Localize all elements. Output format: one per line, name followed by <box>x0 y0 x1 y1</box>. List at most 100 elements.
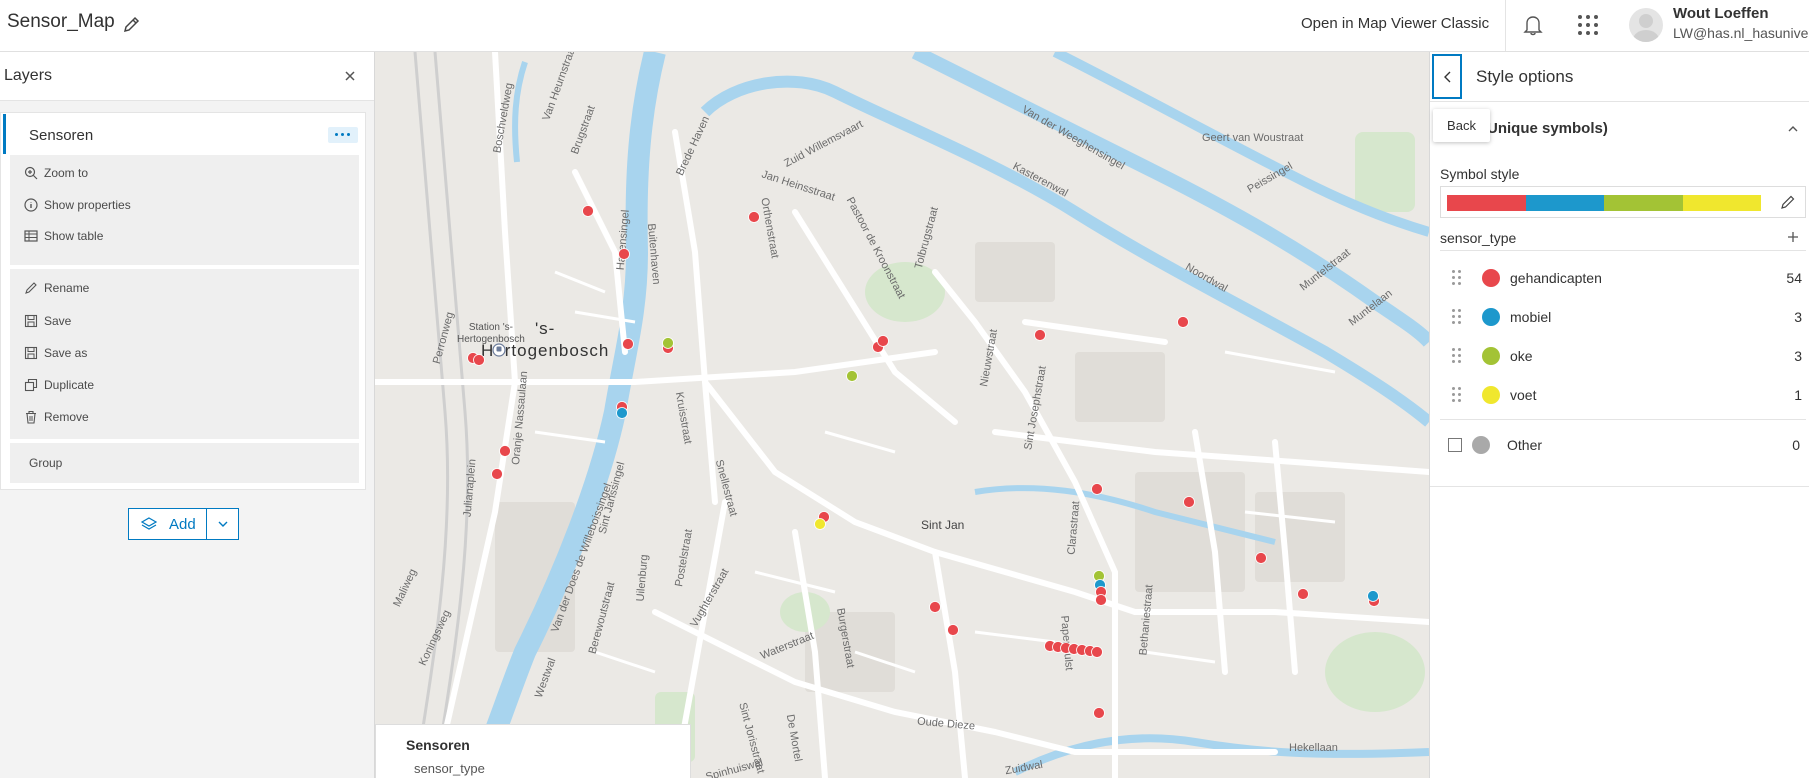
duplicate-action[interactable]: Duplicate <box>24 375 94 395</box>
category-symbol[interactable] <box>1482 269 1500 287</box>
user-email: LW@has.nl_hasuniver <box>1673 25 1809 41</box>
category-row-gehandicapten[interactable]: gehandicapten 54 <box>1440 259 1802 297</box>
field-label: sensor_type <box>1440 230 1517 246</box>
category-row-mobiel[interactable]: mobiel 3 <box>1440 298 1802 336</box>
sensor-point-gehandicapten[interactable] <box>1091 483 1103 495</box>
layer-name[interactable]: Sensoren <box>29 127 93 144</box>
show-properties-action[interactable]: Show properties <box>24 195 131 215</box>
layer-selected-indicator <box>3 114 6 154</box>
category-label: gehandicapten <box>1510 270 1602 286</box>
save-icon <box>24 314 38 328</box>
layers-panel: Layers Sensoren Zoom to Show properties … <box>0 52 375 778</box>
close-icon[interactable] <box>340 66 360 86</box>
user-name[interactable]: Wout Loeffen <box>1673 5 1769 22</box>
avatar[interactable] <box>1629 8 1663 42</box>
save-action[interactable]: Save <box>24 311 71 331</box>
top-header: Sensor_Map Open in Map Viewer Classic Wo… <box>0 0 1809 52</box>
sensor-point-gehandicapten[interactable] <box>1034 329 1046 341</box>
app-title: Sensor_Map <box>7 11 115 32</box>
more-icon <box>335 133 338 136</box>
other-symbol[interactable] <box>1472 436 1490 454</box>
zoom-to-action[interactable]: Zoom to <box>24 163 88 183</box>
divider <box>1430 101 1809 102</box>
sensor-point-gehandicapten[interactable] <box>622 338 634 350</box>
sensor-point-gehandicapten[interactable] <box>491 468 503 480</box>
sensor-point-gehandicapten[interactable] <box>748 211 760 223</box>
drag-handle-icon[interactable] <box>1452 270 1462 286</box>
sensor-point-gehandicapten[interactable] <box>1255 552 1267 564</box>
rename-action[interactable]: Rename <box>24 278 89 298</box>
trash-icon <box>26 410 36 424</box>
symbology-section-title[interactable]: Unique symbols) <box>1487 120 1608 137</box>
sensor-point-gehandicapten[interactable] <box>499 445 511 457</box>
sensor-point-gehandicapten[interactable] <box>1297 588 1309 600</box>
remove-action[interactable]: Remove <box>24 407 89 427</box>
category-label: oke <box>1510 348 1533 364</box>
sensor-point-mobiel[interactable] <box>1367 590 1379 602</box>
category-count: 54 <box>1786 270 1802 286</box>
user-icon <box>1633 14 1659 42</box>
other-checkbox[interactable] <box>1448 438 1462 452</box>
other-label: Other <box>1507 437 1543 453</box>
sensor-point-voet[interactable] <box>814 518 826 530</box>
sensor-point-gehandicapten[interactable] <box>1091 646 1103 658</box>
show-table-action[interactable]: Show table <box>24 226 103 246</box>
category-count: 1 <box>1794 387 1802 403</box>
sensor-point-gehandicapten[interactable] <box>877 335 889 347</box>
open-map-viewer-classic-link[interactable]: Open in Map Viewer Classic <box>1301 15 1489 32</box>
sensor-point-gehandicapten[interactable] <box>582 205 594 217</box>
group-action[interactable]: Group <box>29 453 62 473</box>
show-table-label: Show table <box>44 229 104 243</box>
sensor-point-gehandicapten[interactable] <box>929 601 941 613</box>
sensor-points-layer[interactable] <box>375 52 1429 778</box>
sensor-point-gehandicapten[interactable] <box>1183 496 1195 508</box>
pencil-icon[interactable] <box>122 14 142 34</box>
add-button[interactable]: Add <box>129 509 207 539</box>
save-label: Save <box>44 314 72 328</box>
chevron-up-icon[interactable] <box>1786 122 1800 136</box>
sensor-point-gehandicapten[interactable] <box>473 354 485 366</box>
plus-icon[interactable] <box>1786 230 1800 244</box>
rename-label: Rename <box>44 281 90 295</box>
pencil-icon[interactable] <box>1780 194 1796 210</box>
layer-options-button[interactable] <box>328 127 358 143</box>
category-label: mobiel <box>1510 309 1552 325</box>
sensor-point-gehandicapten[interactable] <box>1095 594 1107 606</box>
color-ramp-selector[interactable] <box>1440 186 1806 218</box>
duplicate-label: Duplicate <box>44 378 95 392</box>
sensor-point-mobiel[interactable] <box>616 407 628 419</box>
map-legend: Sensoren sensor_type <box>375 724 691 778</box>
drag-handle-icon[interactable] <box>1452 348 1462 364</box>
sensor-point-gehandicapten[interactable] <box>618 248 630 260</box>
zoom-to-label: Zoom to <box>44 166 89 180</box>
add-button-label: Add <box>169 516 196 533</box>
category-symbol[interactable] <box>1482 308 1500 326</box>
layer-actions-group-2: Rename Save Save as Duplicate Remove <box>10 269 359 439</box>
divider <box>1440 419 1806 420</box>
category-count: 3 <box>1794 309 1802 325</box>
save-as-action[interactable]: Save as <box>24 343 87 363</box>
category-symbol[interactable] <box>1482 347 1500 365</box>
layers-title: Layers <box>4 67 53 84</box>
drag-handle-icon[interactable] <box>1452 309 1462 325</box>
layer-actions-group-3: Group <box>10 443 359 483</box>
category-symbol[interactable] <box>1482 386 1500 404</box>
bell-icon[interactable] <box>1521 13 1545 37</box>
category-row-oke[interactable]: oke 3 <box>1440 337 1802 375</box>
style-options-panel: Style options Unique symbols) Back Symbo… <box>1429 52 1809 778</box>
legend-title: Sensoren <box>406 737 470 753</box>
add-dropdown-button[interactable] <box>207 509 238 539</box>
app-launcher-icon[interactable] <box>1576 13 1600 37</box>
sensor-point-oke[interactable] <box>662 337 674 349</box>
back-button[interactable] <box>1432 54 1462 99</box>
sensor-point-gehandicapten[interactable] <box>1177 316 1189 328</box>
chevron-down-icon <box>218 521 228 527</box>
drag-handle-icon[interactable] <box>1452 387 1462 403</box>
info-icon <box>24 198 38 212</box>
category-row-voet[interactable]: voet 1 <box>1440 376 1802 414</box>
sensor-point-gehandicapten[interactable] <box>1093 707 1105 719</box>
zoom-icon <box>24 166 38 180</box>
sensor-point-oke[interactable] <box>846 370 858 382</box>
sensor-point-gehandicapten[interactable] <box>947 624 959 636</box>
map-view[interactable]: 's- Hertogenbosch Sint Jan Station 's- H… <box>375 52 1429 778</box>
